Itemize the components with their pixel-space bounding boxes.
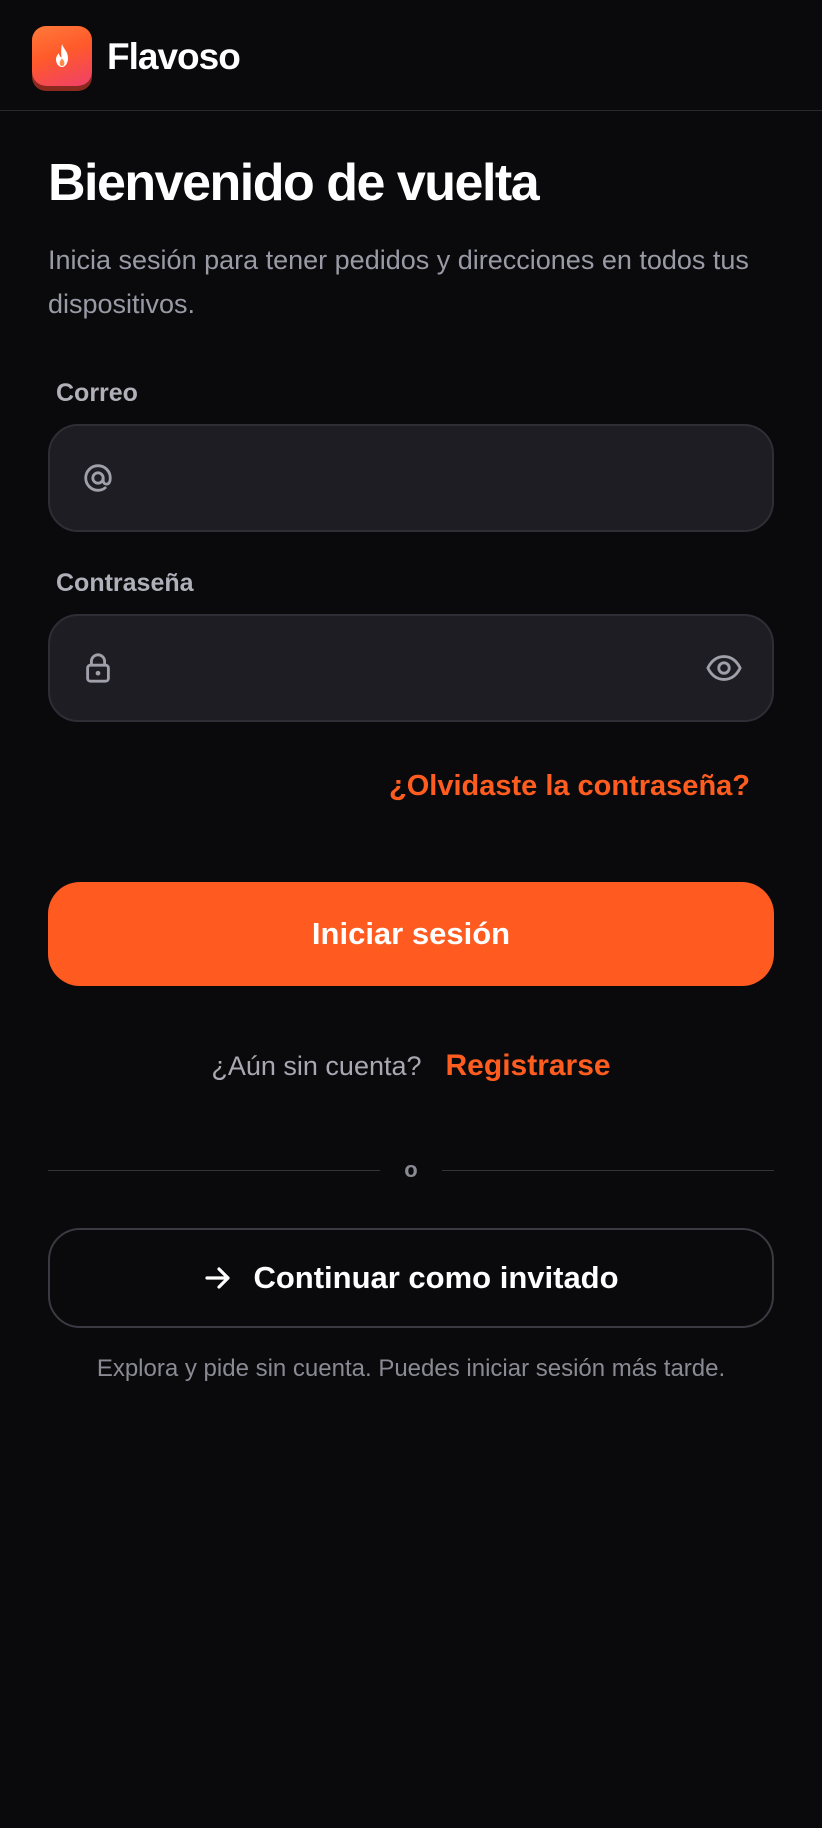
eye-icon[interactable] bbox=[704, 648, 744, 688]
forgot-password-link[interactable]: ¿Olvidaste la contraseña? bbox=[389, 768, 750, 804]
brand-name: Flavoso bbox=[107, 36, 241, 77]
login-button[interactable]: Iniciar sesión bbox=[48, 882, 774, 986]
signup-link[interactable]: Registrarse bbox=[446, 1049, 611, 1083]
at-sign-icon bbox=[80, 460, 116, 496]
guest-button-label: Continuar como invitado bbox=[253, 1260, 619, 1295]
email-field-container[interactable] bbox=[48, 424, 774, 532]
signup-row: ¿Aún sin cuenta? Registrarse bbox=[0, 1046, 822, 1086]
app-header: Flavoso bbox=[0, 0, 822, 111]
password-input[interactable] bbox=[140, 616, 680, 720]
divider-text: o bbox=[404, 1157, 418, 1182]
signup-prompt: ¿Aún sin cuenta? bbox=[211, 1050, 422, 1081]
divider-line-left bbox=[48, 1170, 380, 1171]
password-field-container[interactable] bbox=[48, 614, 774, 722]
app-logo bbox=[32, 26, 92, 86]
continue-as-guest-button[interactable]: Continuar como invitado bbox=[48, 1228, 774, 1328]
email-input[interactable] bbox=[140, 426, 680, 530]
password-label: Contraseña bbox=[56, 569, 194, 597]
arrow-right-icon bbox=[205, 1267, 231, 1289]
lock-icon bbox=[80, 650, 116, 686]
divider-line-right bbox=[442, 1170, 774, 1171]
page-title: Bienvenido de vuelta bbox=[48, 154, 540, 212]
email-label: Correo bbox=[56, 379, 138, 407]
page-subtitle: Inicia sesión para tener pedidos y direc… bbox=[48, 245, 749, 319]
flame-icon bbox=[56, 44, 68, 67]
guest-note: Explora y pide sin cuenta. Puedes inicia… bbox=[96, 1355, 726, 1382]
